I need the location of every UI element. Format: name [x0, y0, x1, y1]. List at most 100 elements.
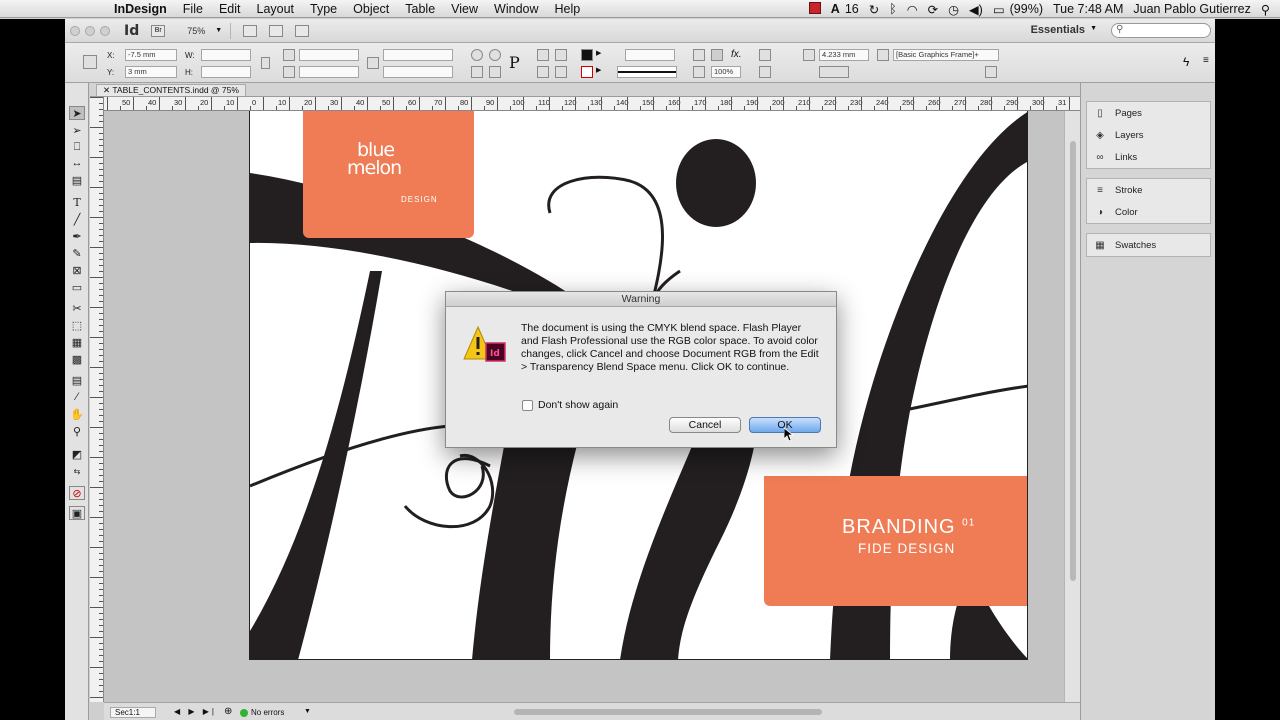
- horizontal-scroll-thumb[interactable]: [514, 709, 822, 715]
- volume-icon[interactable]: ◀): [964, 2, 988, 17]
- select-previous-icon[interactable]: [555, 49, 567, 61]
- rotation-field[interactable]: [383, 49, 453, 61]
- help-search-input[interactable]: ⚲: [1111, 23, 1211, 38]
- stroke-swatch-none[interactable]: [581, 66, 593, 78]
- scale-y-icon[interactable]: [283, 66, 295, 78]
- selection-tool-icon[interactable]: ➤: [69, 106, 85, 120]
- object-style-icon[interactable]: [877, 49, 889, 61]
- zoom-level[interactable]: 75%: [187, 26, 229, 36]
- clock[interactable]: Tue 7:48 AM: [1048, 2, 1128, 16]
- fill-swatch[interactable]: [581, 49, 593, 61]
- gradient-swatch-tool-icon[interactable]: ▦: [69, 335, 85, 349]
- sync-icon[interactable]: ↻: [864, 2, 884, 17]
- vertical-scroll-thumb[interactable]: [1070, 141, 1076, 581]
- screen-mode-button[interactable]: [269, 24, 284, 37]
- panel-links[interactable]: ∞ Links: [1087, 146, 1210, 168]
- text-wrap-alt-icon[interactable]: [759, 66, 771, 78]
- tab-close-icon[interactable]: ✕: [103, 85, 112, 95]
- horizontal-ruler[interactable]: 50 40 30 20 10 0 10 20 30 40 50 60 70 80 90 100 110 120 13…: [104, 97, 1080, 111]
- direct-selection-tool-icon[interactable]: ➢: [69, 123, 85, 137]
- stroke-weight-icon[interactable]: [803, 49, 815, 61]
- battery-icon[interactable]: ▭: [988, 2, 1010, 17]
- panel-layers[interactable]: ◈ Layers: [1087, 124, 1210, 146]
- line-tool-icon[interactable]: ╱: [69, 212, 85, 226]
- bluetooth-icon[interactable]: ᛒ: [884, 2, 902, 16]
- page-nav-icons[interactable]: ◀ ▶ ▶|: [174, 707, 217, 716]
- lightning-icon[interactable]: ϟ: [1183, 55, 1189, 69]
- menu-type[interactable]: Type: [302, 2, 345, 16]
- rotate-90-ccw-icon[interactable]: [489, 49, 501, 61]
- eyedropper-tool-icon[interactable]: ⁄: [69, 390, 85, 404]
- refresh-icon[interactable]: ⟳: [923, 2, 943, 17]
- menu-window[interactable]: Window: [486, 2, 546, 16]
- preflight-status[interactable]: No errors: [240, 708, 284, 717]
- vertical-ruler[interactable]: [90, 97, 104, 702]
- panel-pages[interactable]: ▯ Pages: [1087, 102, 1210, 124]
- shadow-toggle-icon[interactable]: [711, 49, 723, 61]
- apply-none-icon[interactable]: ⊘: [69, 486, 85, 500]
- fx-icon[interactable]: fx.: [731, 49, 742, 60]
- branding-box[interactable]: BRANDING 01 FIDE DESIGN: [764, 476, 1027, 606]
- select-content-icon[interactable]: [537, 66, 549, 78]
- document-tab[interactable]: ✕ TABLE_CONTENTS.indd @ 75%: [96, 84, 246, 96]
- text-wrap-icon[interactable]: [759, 49, 771, 61]
- page-number-field[interactable]: Sec1:1: [110, 707, 156, 718]
- screen-mode-icon[interactable]: ▣: [69, 506, 85, 520]
- menu-app-name[interactable]: InDesign: [106, 2, 175, 16]
- flip-vertical-icon[interactable]: [489, 66, 501, 78]
- vertical-scrollbar[interactable]: [1064, 111, 1080, 702]
- view-options-button[interactable]: [243, 24, 258, 37]
- reference-point-icon[interactable]: [83, 55, 97, 69]
- select-next-icon[interactable]: [555, 66, 567, 78]
- scale-x-icon[interactable]: [283, 49, 295, 61]
- panel-stroke[interactable]: ≡ Stroke: [1087, 179, 1210, 201]
- select-container-icon[interactable]: [537, 49, 549, 61]
- stroke-weight-field[interactable]: [625, 49, 675, 61]
- zoom-tool-icon[interactable]: ⚲: [69, 424, 85, 438]
- minimize-window-button[interactable]: [85, 25, 95, 36]
- corner-size-field[interactable]: 4.233 mm: [819, 49, 869, 61]
- spotlight-icon[interactable]: ⚲: [1256, 2, 1280, 17]
- wifi-icon[interactable]: ◠: [902, 2, 923, 17]
- close-window-button[interactable]: [70, 25, 80, 36]
- stroke-dropdown-icon[interactable]: ▶: [596, 66, 601, 74]
- free-transform-tool-icon[interactable]: ⬚: [69, 318, 85, 332]
- record-icon[interactable]: [804, 1, 826, 17]
- scale-y-field[interactable]: [299, 66, 359, 78]
- checkbox-box[interactable]: [522, 399, 533, 411]
- clear-overrides-icon[interactable]: [985, 66, 997, 78]
- object-style-field[interactable]: [Basic Graphics Frame]+: [893, 49, 999, 61]
- workspace-dropdown-icon[interactable]: ▼: [1090, 25, 1097, 32]
- zoom-dropdown-icon[interactable]: ▼: [215, 27, 222, 34]
- page-tool-icon[interactable]: ⎕: [69, 140, 85, 154]
- menu-view[interactable]: View: [443, 2, 486, 16]
- pen-tool-icon[interactable]: ✒: [69, 229, 85, 243]
- menu-file[interactable]: File: [175, 2, 211, 16]
- time-machine-icon[interactable]: ◷: [943, 2, 964, 17]
- pencil-tool-icon[interactable]: ✎: [69, 246, 85, 260]
- constrain-proportions-icon[interactable]: [261, 57, 270, 69]
- adobe-icon[interactable]: A: [826, 2, 845, 16]
- scissors-tool-icon[interactable]: ✂: [69, 301, 85, 315]
- menu-layout[interactable]: Layout: [249, 2, 303, 16]
- arrange-documents-button[interactable]: [295, 24, 310, 37]
- rotate-icon[interactable]: [367, 57, 379, 69]
- opacity-field[interactable]: 100%: [711, 66, 741, 78]
- x-field[interactable]: -7.5 mm: [125, 49, 177, 61]
- user-name[interactable]: Juan Pablo Gutierrez: [1128, 2, 1255, 16]
- scale-x-field[interactable]: [299, 49, 359, 61]
- preflight-icon[interactable]: ⊕: [224, 706, 232, 717]
- zoom-window-button[interactable]: [100, 25, 110, 36]
- gradient-feather-tool-icon[interactable]: ▩: [69, 352, 85, 366]
- menu-object[interactable]: Object: [345, 2, 397, 16]
- menu-help[interactable]: Help: [547, 2, 589, 16]
- hand-tool-icon[interactable]: ✋: [69, 407, 85, 421]
- fill-dropdown-icon[interactable]: ▶: [596, 49, 601, 57]
- type-tool-icon[interactable]: T: [69, 195, 85, 209]
- note-tool-icon[interactable]: ▤: [69, 373, 85, 387]
- gap-tool-icon[interactable]: ↔: [69, 156, 85, 170]
- fill-stroke-icon[interactable]: ◩: [69, 447, 85, 461]
- logo-box[interactable]: blue melon DESIGN: [303, 111, 474, 238]
- menu-table[interactable]: Table: [397, 2, 443, 16]
- preflight-dropdown-icon[interactable]: ▼: [304, 708, 311, 715]
